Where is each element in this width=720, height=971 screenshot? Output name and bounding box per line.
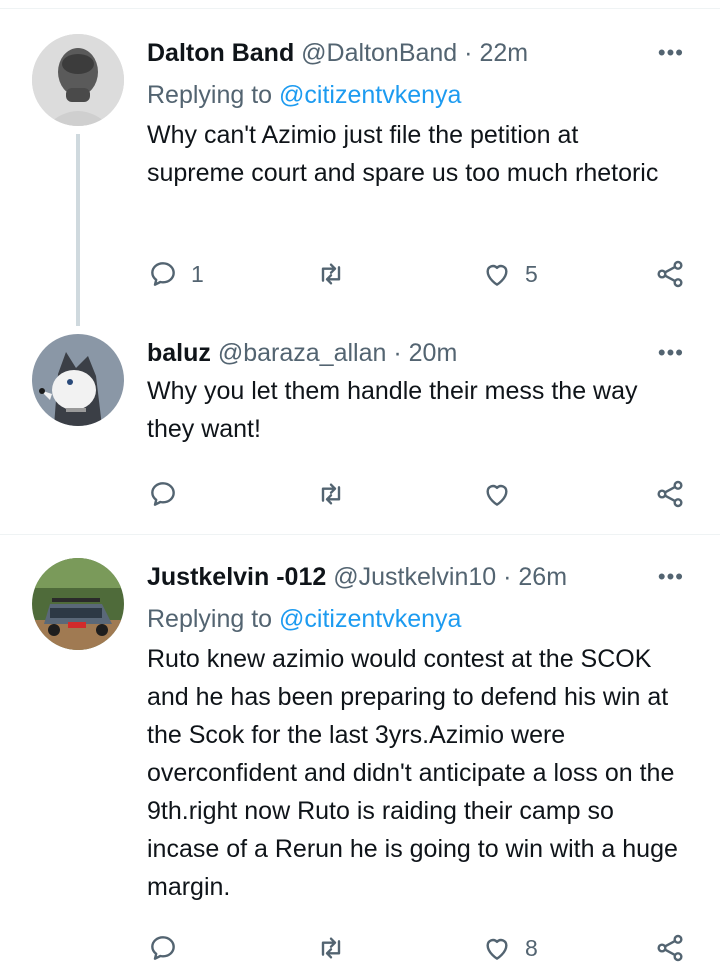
retweet-button[interactable] bbox=[315, 256, 359, 292]
reply-icon bbox=[151, 262, 175, 286]
like-button[interactable]: 5 bbox=[481, 256, 538, 292]
share-button[interactable] bbox=[654, 476, 686, 512]
separator-dot: · bbox=[393, 339, 402, 367]
avatar[interactable] bbox=[32, 34, 124, 126]
like-button[interactable] bbox=[481, 476, 525, 512]
share-icon bbox=[657, 260, 683, 288]
like-count: 5 bbox=[525, 260, 538, 287]
display-name[interactable]: Justkelvin -012 bbox=[147, 563, 326, 591]
replying-prefix: Replying to bbox=[147, 81, 273, 109]
replying-mention[interactable]: @citizentvkenya bbox=[279, 605, 461, 633]
thread-line bbox=[76, 134, 80, 326]
share-button[interactable] bbox=[654, 256, 686, 292]
user-handle[interactable]: @Justkelvin10 bbox=[333, 563, 496, 591]
reply-icon bbox=[151, 936, 175, 960]
more-options-icon[interactable]: ••• bbox=[658, 562, 684, 592]
tweet-actions: 8 bbox=[147, 930, 692, 966]
retweet-button[interactable] bbox=[315, 930, 359, 966]
share-icon bbox=[657, 934, 683, 962]
timestamp[interactable]: 20m bbox=[409, 339, 458, 367]
avatar[interactable] bbox=[32, 558, 124, 650]
user-handle[interactable]: @baraza_allan bbox=[218, 339, 387, 367]
tweet-header: baluz @baraza_allan · 20m bbox=[147, 338, 687, 368]
separator-dot: · bbox=[503, 563, 512, 591]
tweet-text: Why you let them handle their mess the w… bbox=[147, 377, 645, 443]
more-options-icon[interactable]: ••• bbox=[658, 338, 684, 368]
tweet-header: Justkelvin -012 @Justkelvin10 · 26m bbox=[147, 562, 687, 592]
avatar-dalton-image bbox=[32, 34, 124, 126]
heart-icon bbox=[486, 264, 508, 286]
replying-to: Replying to @citizentvkenya bbox=[147, 80, 687, 110]
tweet-text: Ruto knew azimio would contest at the SC… bbox=[147, 645, 685, 901]
separator-dot: · bbox=[464, 39, 473, 67]
share-button[interactable] bbox=[654, 930, 686, 966]
reply-button[interactable] bbox=[147, 476, 191, 512]
reply-button[interactable] bbox=[147, 930, 191, 966]
top-divider bbox=[0, 8, 720, 9]
like-button[interactable]: 8 bbox=[481, 930, 538, 966]
more-options-icon[interactable]: ••• bbox=[658, 38, 684, 68]
reply-count: 1 bbox=[191, 260, 204, 287]
retweet-icon bbox=[321, 937, 341, 959]
share-icon bbox=[657, 480, 683, 508]
user-handle[interactable]: @DaltonBand bbox=[301, 39, 457, 67]
heart-icon bbox=[486, 938, 508, 960]
tweet-header: Dalton Band @DaltonBand · 22m bbox=[147, 38, 687, 68]
avatar[interactable] bbox=[32, 334, 124, 426]
reply-button[interactable]: 1 bbox=[147, 256, 204, 292]
retweet-icon bbox=[321, 263, 341, 285]
avatar-car-image bbox=[32, 558, 124, 650]
avatar-husky-image bbox=[32, 334, 124, 426]
heart-icon bbox=[486, 484, 508, 506]
replying-prefix: Replying to bbox=[147, 605, 273, 633]
tweet-actions bbox=[147, 476, 692, 512]
like-count: 8 bbox=[525, 934, 538, 961]
retweet-button[interactable] bbox=[315, 476, 359, 512]
reply-icon bbox=[151, 482, 175, 506]
tweet-divider bbox=[0, 534, 720, 535]
display-name[interactable]: baluz bbox=[147, 339, 211, 367]
display-name[interactable]: Dalton Band bbox=[147, 39, 294, 67]
retweet-icon bbox=[321, 483, 341, 505]
tweet-actions: 1 5 bbox=[147, 256, 692, 292]
timestamp[interactable]: 26m bbox=[518, 563, 567, 591]
replying-mention[interactable]: @citizentvkenya bbox=[279, 81, 461, 109]
replying-to: Replying to @citizentvkenya bbox=[147, 604, 687, 634]
timestamp[interactable]: 22m bbox=[479, 39, 528, 67]
tweet-text: Why can't Azimio just file the petition … bbox=[147, 121, 659, 187]
